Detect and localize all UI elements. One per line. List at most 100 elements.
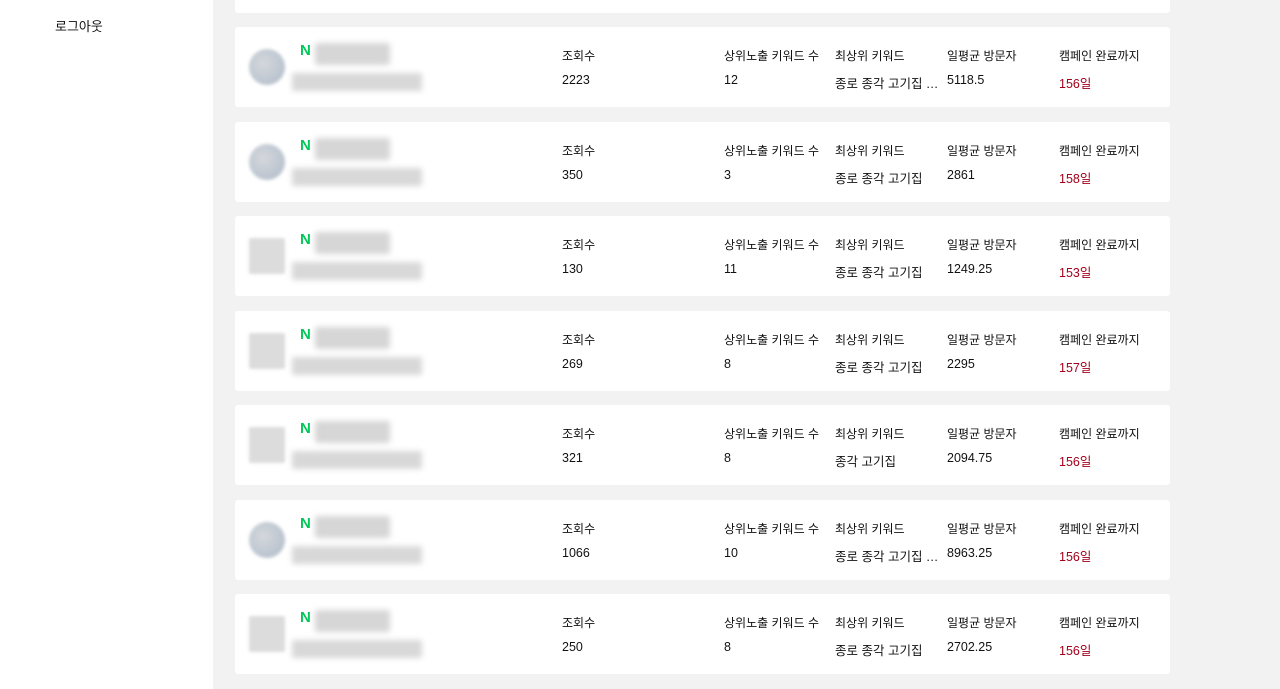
campaign-remaining-value: 156일 xyxy=(1059,549,1092,564)
naver-n-icon: N xyxy=(300,42,311,59)
campaign-card[interactable]: N 조회수 130 상위노출 키워드 수 11 최상위 키워드 종로 종각 고기… xyxy=(235,216,1170,296)
place-thumbnail xyxy=(249,616,285,652)
campaign-remaining-label: 캠페인 완료까지 xyxy=(1059,427,1140,441)
best-keyword-label: 최상위 키워드 xyxy=(835,616,905,630)
naver-n-icon: N xyxy=(300,609,311,626)
best-keyword-column: 최상위 키워드 종로 종각 고기집 맛집 xyxy=(835,47,945,92)
campaign-remaining-value: 156일 xyxy=(1059,77,1092,91)
campaign-remaining-value: 156일 xyxy=(1059,455,1092,469)
views-label: 조회수 xyxy=(562,616,596,630)
top-keywords-label: 상위노출 키워드 수 xyxy=(724,332,819,347)
daily-visitors-value: 2295 xyxy=(947,356,975,371)
logout-link[interactable]: 로그아웃 xyxy=(55,16,103,35)
top-keywords-value: 8 xyxy=(724,451,731,465)
best-keyword-value: 종각 고기집 xyxy=(835,455,896,469)
daily-visitors-label: 일평균 방문자 xyxy=(947,521,1017,536)
campaign-card[interactable]: N 조회수 250 상위노출 키워드 수 8 최상위 키워드 종로 종각 고기집… xyxy=(235,594,1170,674)
views-value: 2223 xyxy=(562,73,590,87)
daily-visitors-label: 일평균 방문자 xyxy=(947,238,1017,252)
top-keywords-column: 상위노출 키워드 수 12 xyxy=(724,47,819,87)
top-keywords-column: 상위노출 키워드 수 8 xyxy=(724,614,819,654)
views-value: 1066 xyxy=(562,545,590,560)
top-keywords-column: 상위노출 키워드 수 11 xyxy=(724,236,819,276)
best-keyword-value: 종로 종각 고기집 xyxy=(835,266,923,280)
views-label: 조회수 xyxy=(562,238,596,252)
daily-visitors-column: 일평균 방문자 5118.5 xyxy=(947,47,1017,87)
campaign-remaining-value: 157일 xyxy=(1059,360,1092,375)
top-keywords-column: 상위노출 키워드 수 8 xyxy=(724,425,819,465)
daily-visitors-value: 2094.75 xyxy=(947,451,993,465)
top-keywords-column: 상위노출 키워드 수 8 xyxy=(724,331,819,371)
daily-visitors-value: 2702.25 xyxy=(947,640,993,654)
campaign-card[interactable]: N 조회수 269 상위노출 키워드 수 8 최상위 키워드 종로 종각 고기집… xyxy=(235,310,1170,391)
daily-visitors-value: 8963.25 xyxy=(947,545,993,560)
top-keywords-label: 상위노출 키워드 수 xyxy=(724,616,819,630)
campaign-remaining-label: 캠페인 완료까지 xyxy=(1059,332,1140,347)
best-keyword-column: 최상위 키워드 종로 종각 고기집 xyxy=(835,236,945,281)
best-keyword-label: 최상위 키워드 xyxy=(835,49,905,63)
best-keyword-label: 최상위 키워드 xyxy=(835,238,905,252)
daily-visitors-value: 5118.5 xyxy=(947,73,985,87)
daily-visitors-column: 일평균 방문자 2295 xyxy=(947,331,1017,371)
best-keyword-column: 최상위 키워드 종로 종각 고기집 맛집 xyxy=(835,520,945,565)
views-column: 조회수 269 xyxy=(562,331,595,371)
best-keyword-label: 최상위 키워드 xyxy=(835,332,905,347)
campaign-card[interactable]: N 조회수 2223 상위노출 키워드 수 12 최상위 키워드 종로 종각 고… xyxy=(235,27,1170,107)
best-keyword-value: 종로 종각 고기집 xyxy=(835,360,923,375)
place-name-redacted xyxy=(315,515,390,538)
views-column: 조회수 2223 xyxy=(562,47,595,87)
place-thumbnail xyxy=(249,238,285,274)
campaign-card[interactable]: N 조회수 350 상위노출 키워드 수 3 최상위 키워드 종로 종각 고기집… xyxy=(235,121,1170,202)
partial-card xyxy=(235,0,1170,13)
best-keyword-value: 종로 종각 고기집 xyxy=(835,644,923,658)
views-label: 조회수 xyxy=(562,143,596,158)
campaign-remaining-column: 캠페인 완료까지 157일 xyxy=(1059,331,1140,376)
views-label: 조회수 xyxy=(562,332,596,347)
main-content: N 조회수 2223 상위노출 키워드 수 12 최상위 키워드 종로 종각 고… xyxy=(213,0,1280,689)
top-keywords-label: 상위노출 키워드 수 xyxy=(724,427,819,441)
views-value: 321 xyxy=(562,451,583,465)
top-keywords-label: 상위노출 키워드 수 xyxy=(724,238,819,252)
best-keyword-value: 종로 종각 고기집 맛집 xyxy=(835,549,945,564)
best-keyword-label: 최상위 키워드 xyxy=(835,427,905,441)
campaign-remaining-label: 캠페인 완료까지 xyxy=(1059,616,1140,630)
place-address-redacted xyxy=(292,451,422,469)
daily-visitors-value: 2861 xyxy=(947,167,975,182)
campaign-remaining-value: 158일 xyxy=(1059,171,1092,186)
views-column: 조회수 130 xyxy=(562,236,595,276)
campaign-remaining-value: 153일 xyxy=(1059,266,1092,280)
top-keywords-label: 상위노출 키워드 수 xyxy=(724,143,819,158)
daily-visitors-column: 일평균 방문자 1249.25 xyxy=(947,236,1017,276)
views-label: 조회수 xyxy=(562,427,596,441)
daily-visitors-column: 일평균 방문자 2702.25 xyxy=(947,614,1017,654)
views-column: 조회수 321 xyxy=(562,425,595,465)
naver-n-icon: N xyxy=(300,514,311,532)
naver-n-icon: N xyxy=(300,231,311,248)
views-label: 조회수 xyxy=(562,49,596,63)
campaign-remaining-label: 캠페인 완료까지 xyxy=(1059,238,1140,252)
best-keyword-column: 최상위 키워드 종각 고기집 xyxy=(835,425,945,470)
place-name-redacted xyxy=(315,232,390,254)
campaign-remaining-column: 캠페인 완료까지 153일 xyxy=(1059,236,1140,281)
daily-visitors-column: 일평균 방문자 8963.25 xyxy=(947,520,1017,560)
campaign-remaining-column: 캠페인 완료까지 156일 xyxy=(1059,614,1140,659)
campaign-remaining-column: 캠페인 완료까지 156일 xyxy=(1059,47,1140,92)
best-keyword-column: 최상위 키워드 종로 종각 고기집 xyxy=(835,142,945,187)
campaign-remaining-label: 캠페인 완료까지 xyxy=(1059,143,1140,158)
top-keywords-column: 상위노출 키워드 수 3 xyxy=(724,142,819,182)
campaign-card[interactable]: N 조회수 321 상위노출 키워드 수 8 최상위 키워드 종각 고기집 일평… xyxy=(235,405,1170,485)
place-thumbnail xyxy=(249,143,285,180)
views-value: 350 xyxy=(562,167,583,182)
best-keyword-label: 최상위 키워드 xyxy=(835,143,905,158)
place-name-redacted xyxy=(315,610,390,632)
campaign-list: N 조회수 2223 상위노출 키워드 수 12 최상위 키워드 종로 종각 고… xyxy=(235,27,1170,689)
campaign-card[interactable]: N 조회수 1066 상위노출 키워드 수 10 최상위 키워드 종로 종각 고… xyxy=(235,499,1170,580)
naver-n-icon: N xyxy=(300,136,311,154)
place-thumbnail xyxy=(249,521,285,558)
top-keywords-label: 상위노출 키워드 수 xyxy=(724,521,819,536)
place-name-redacted xyxy=(315,137,390,160)
place-thumbnail xyxy=(249,49,285,85)
views-column: 조회수 1066 xyxy=(562,520,595,560)
daily-visitors-label: 일평균 방문자 xyxy=(947,49,1017,63)
naver-n-icon: N xyxy=(300,420,311,437)
